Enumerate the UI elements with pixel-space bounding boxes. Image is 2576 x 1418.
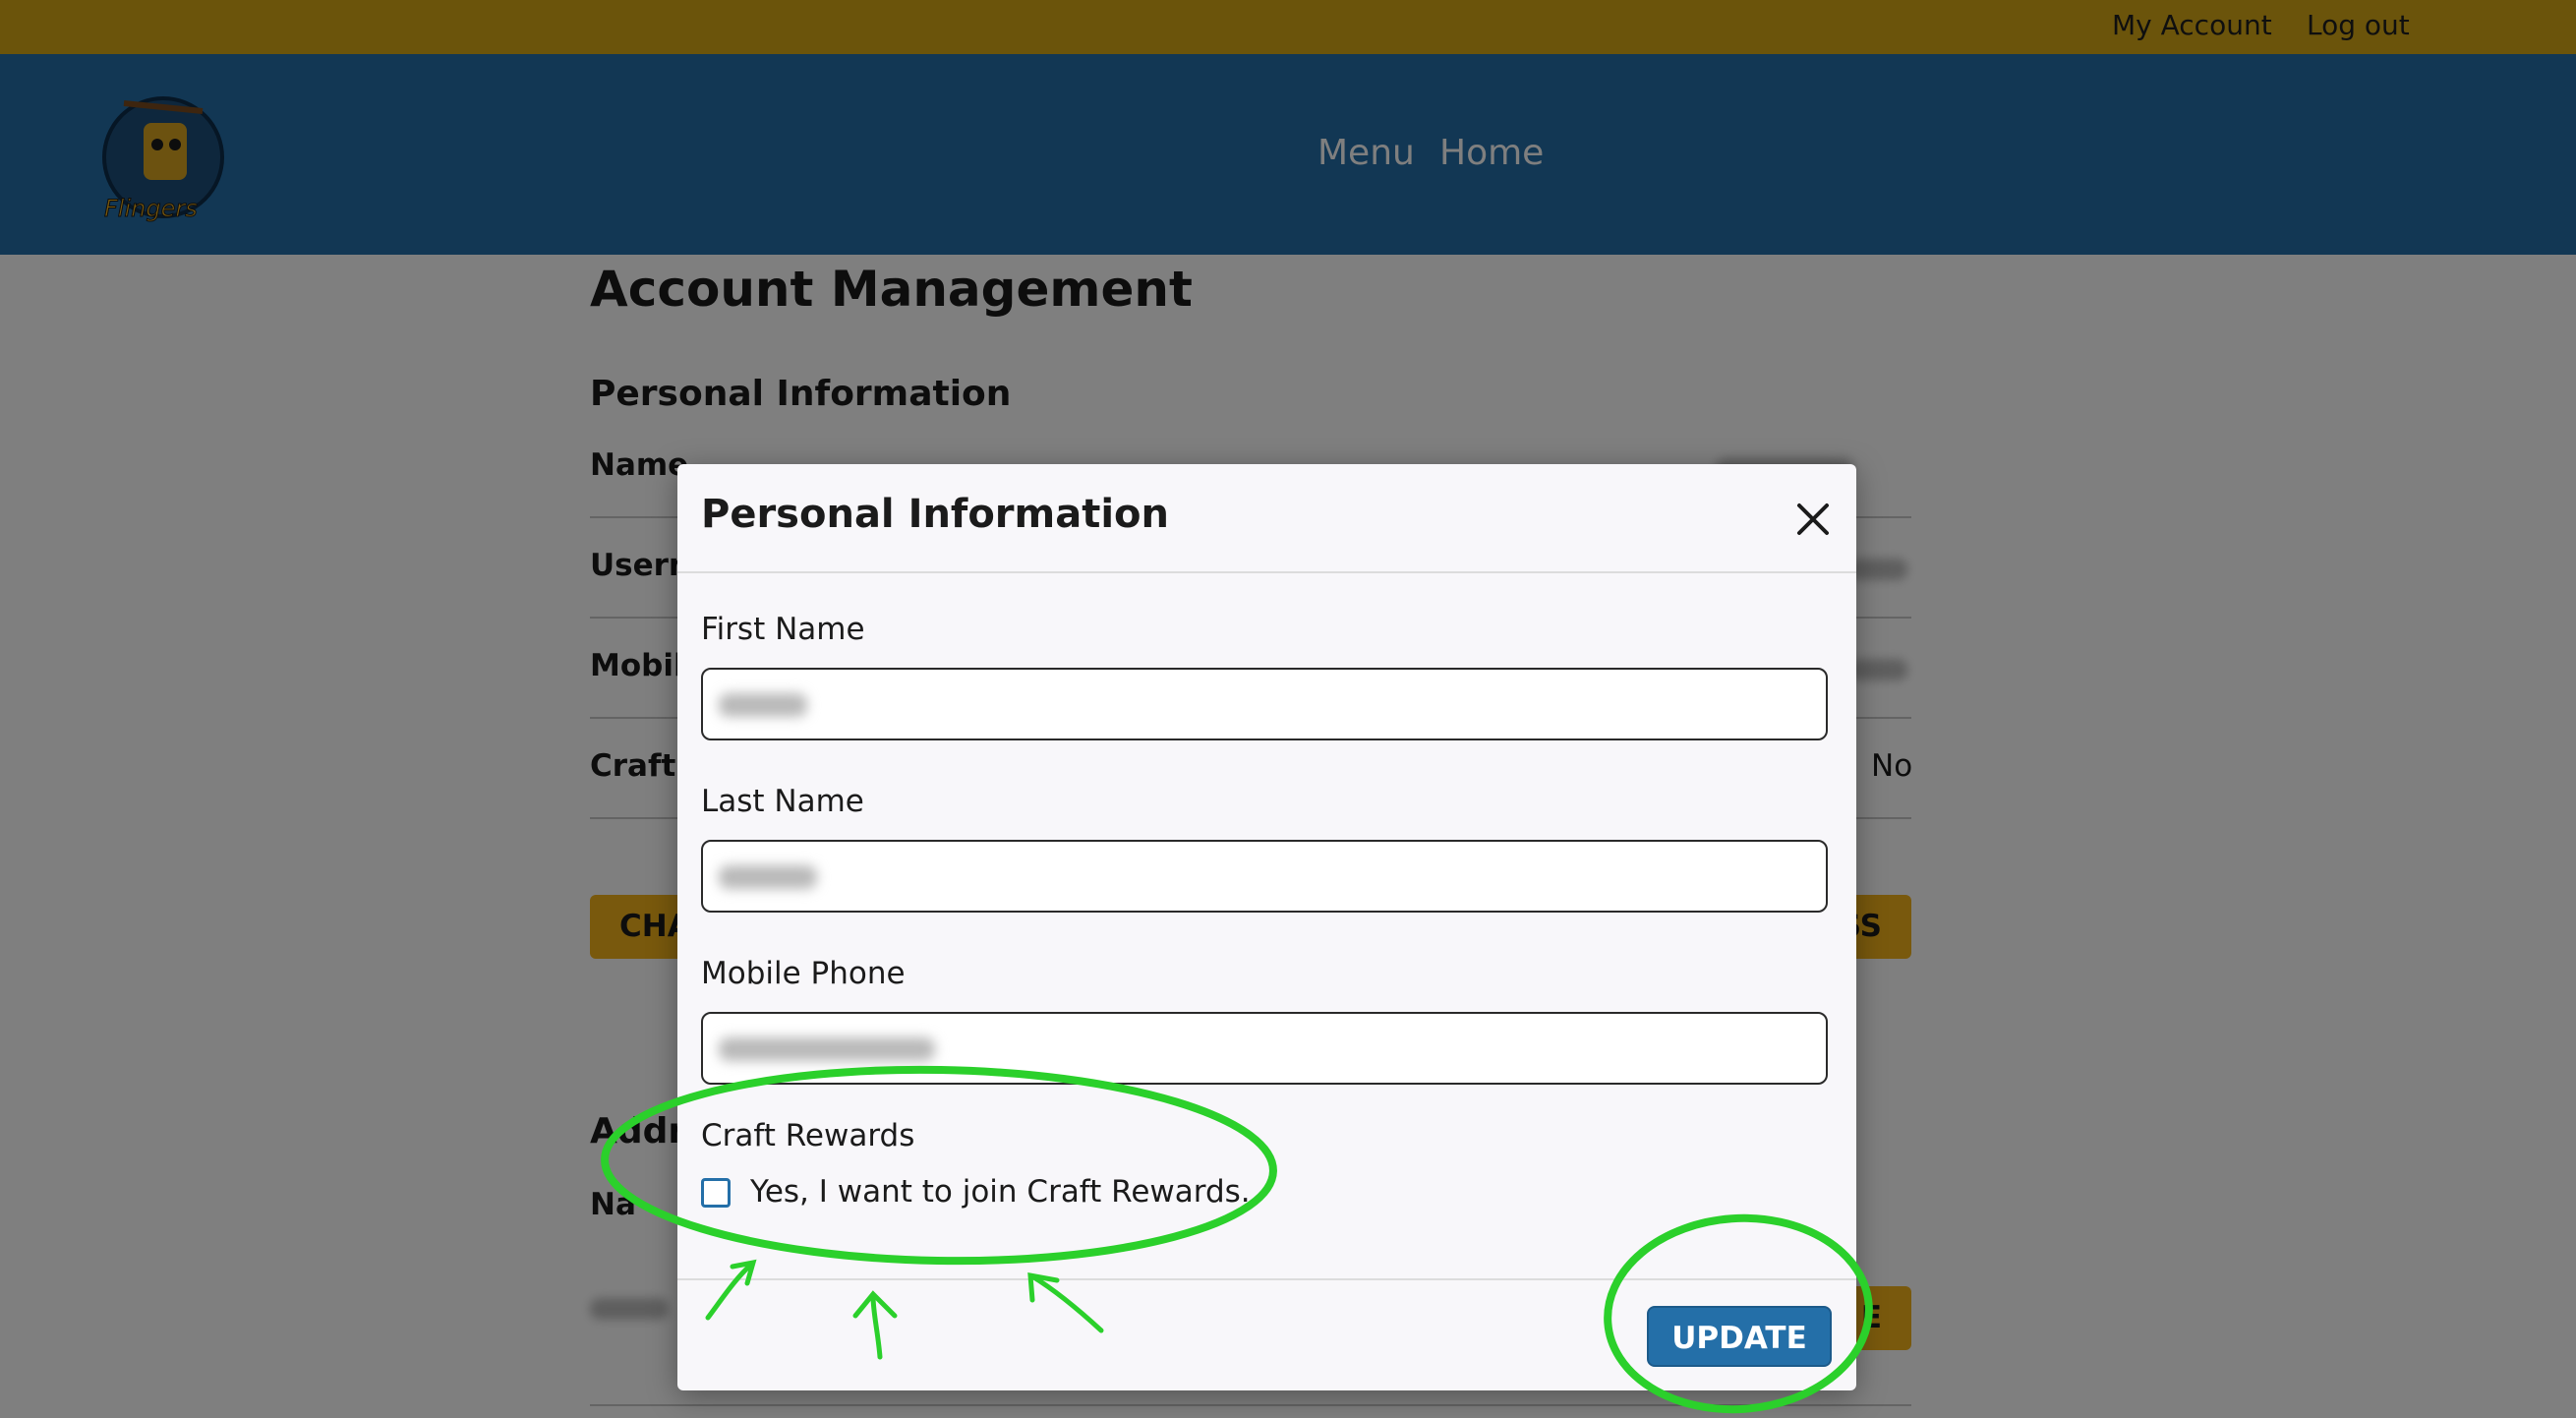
craft-rewards-checkbox[interactable] xyxy=(701,1178,731,1208)
last-name-field[interactable] xyxy=(701,840,1828,913)
modal-header-divider xyxy=(677,571,1856,573)
last-name-label: Last Name xyxy=(701,784,864,819)
personal-info-modal: Personal Information First Name Last Nam… xyxy=(677,464,1856,1390)
craft-rewards-label: Craft Rewards xyxy=(701,1118,915,1153)
first-name-label: First Name xyxy=(701,612,865,647)
update-button[interactable]: UPDATE xyxy=(1647,1306,1832,1367)
last-name-value-redacted xyxy=(719,865,817,889)
first-name-field[interactable] xyxy=(701,668,1828,740)
mobile-phone-label: Mobile Phone xyxy=(701,956,906,991)
close-icon[interactable] xyxy=(1793,500,1833,539)
mobile-phone-field[interactable] xyxy=(701,1012,1828,1085)
modal-title: Personal Information xyxy=(701,492,1169,537)
first-name-value-redacted xyxy=(719,693,807,717)
modal-footer-divider xyxy=(677,1278,1856,1280)
mobile-phone-value-redacted xyxy=(719,1037,935,1061)
craft-rewards-checkbox-label[interactable]: Yes, I want to join Craft Rewards. xyxy=(750,1174,1251,1210)
